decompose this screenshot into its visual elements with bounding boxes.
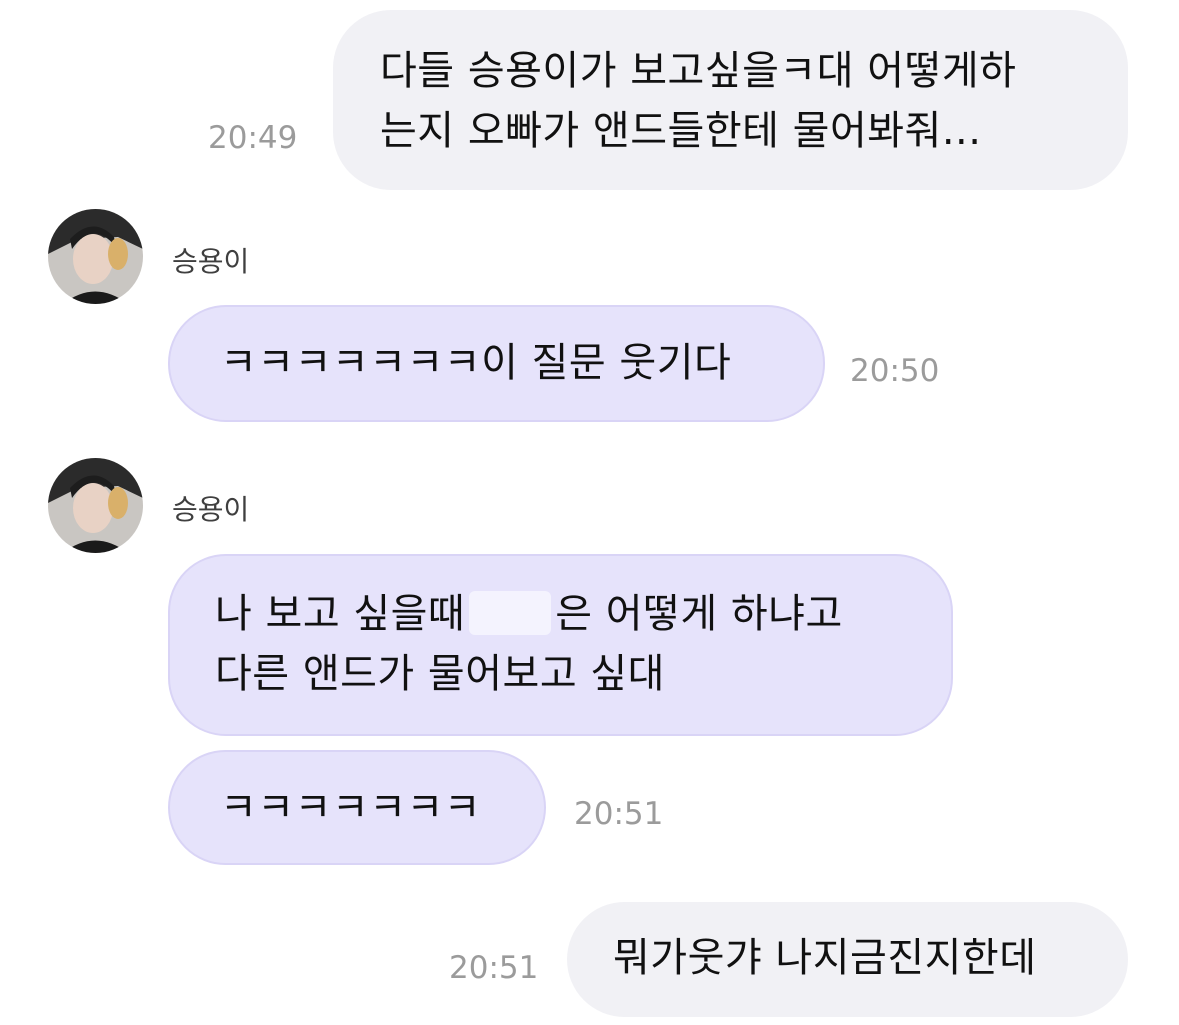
message-text: 뭐가웃갸 나지금진지한데 bbox=[613, 935, 1037, 981]
sender-name: 승용이 bbox=[172, 493, 250, 526]
message-text: 나 보고 싶을때 은 어떻게 하냐고 bbox=[215, 584, 951, 644]
sender-avatar[interactable] bbox=[48, 209, 143, 304]
outgoing-message-bubble[interactable]: 다들 승용이가 보고싶을ㅋ대 어떻게하 는지 오빠가 앤드들한테 물어봐줘... bbox=[333, 10, 1128, 190]
sender-name: 승용이 bbox=[172, 245, 250, 278]
incoming-message-bubble[interactable]: ㅋㅋㅋㅋㅋㅋㅋ이 질문 웃기다 bbox=[168, 305, 825, 422]
incoming-message-bubble[interactable]: 나 보고 싶을때 은 어떻게 하냐고 다른 앤드가 물어보고 싶대 bbox=[168, 554, 953, 736]
message-text: 다른 앤드가 물어보고 싶대 bbox=[215, 651, 665, 697]
message-text: 는지 오빠가 앤드들한테 물어봐줘... bbox=[380, 108, 982, 154]
message-text: ㅋㅋㅋㅋㅋㅋㅋ이 질문 웃기다 bbox=[220, 340, 732, 386]
message-timestamp: 20:49 bbox=[208, 120, 298, 156]
message-text: 다들 승용이가 보고싶을ㅋ대 어떻게하 bbox=[380, 48, 1017, 94]
sender-avatar[interactable] bbox=[48, 458, 143, 553]
profile-photo-icon bbox=[48, 458, 143, 553]
redacted-name-block bbox=[469, 591, 552, 635]
message-timestamp: 20:50 bbox=[850, 353, 940, 389]
message-text-part: 나 보고 싶을때 bbox=[215, 591, 466, 637]
message-text-part: 은 어떻게 하냐고 bbox=[555, 591, 843, 637]
message-timestamp: 20:51 bbox=[574, 796, 664, 832]
message-timestamp: 20:51 bbox=[449, 950, 539, 986]
outgoing-message-bubble[interactable]: 뭐가웃갸 나지금진지한데 bbox=[567, 902, 1128, 1017]
incoming-message-bubble[interactable]: ㅋㅋㅋㅋㅋㅋㅋ bbox=[168, 750, 546, 865]
profile-photo-icon bbox=[48, 209, 143, 304]
message-text: ㅋㅋㅋㅋㅋㅋㅋ bbox=[220, 785, 482, 831]
